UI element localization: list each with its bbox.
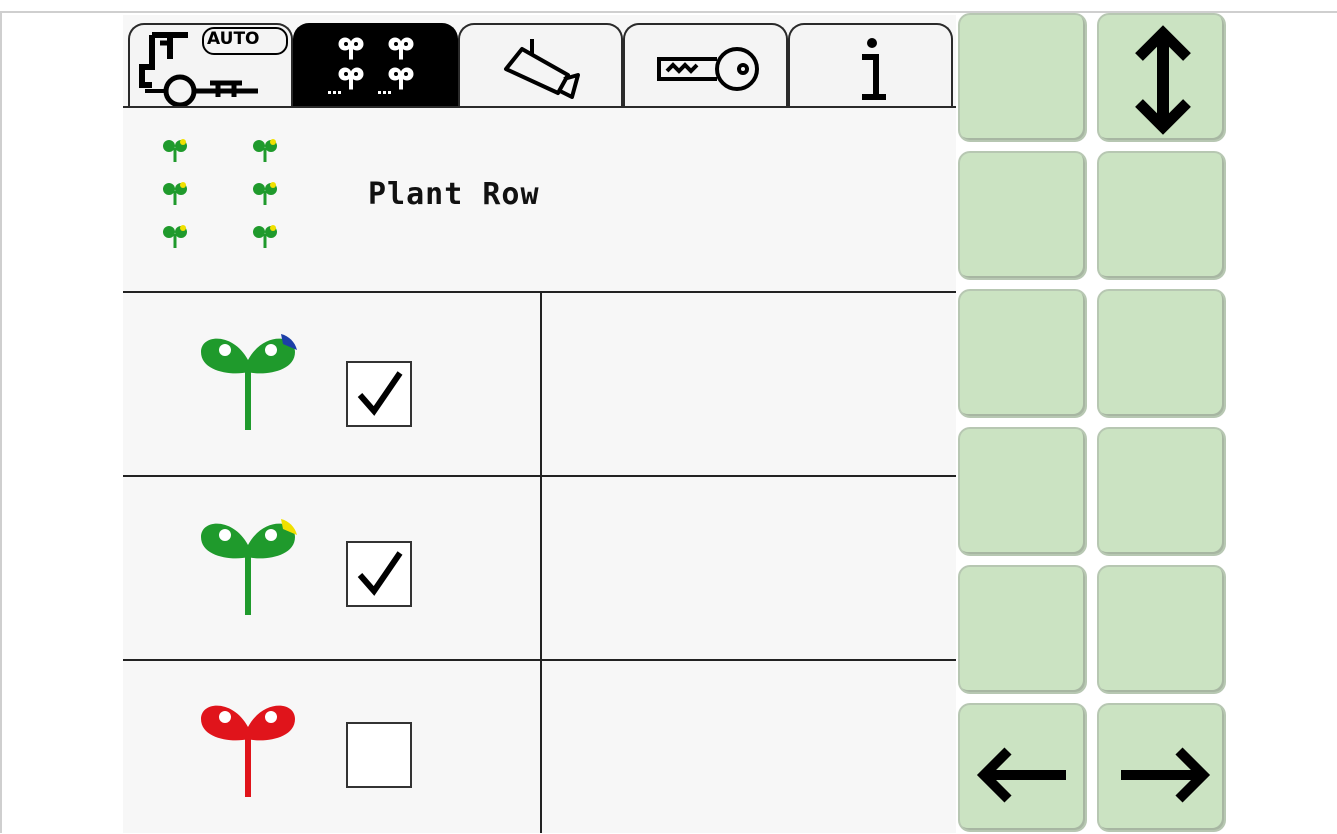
tab-auto-tractor[interactable]: AUTO bbox=[128, 23, 293, 107]
softkey-left[interactable] bbox=[958, 703, 1087, 832]
auto-badge bbox=[202, 27, 288, 55]
checkbox-row-1[interactable] bbox=[346, 361, 412, 427]
tab-camera[interactable] bbox=[458, 23, 623, 107]
softkey-4[interactable] bbox=[958, 289, 1087, 418]
softkey-3[interactable] bbox=[1097, 151, 1226, 280]
info-icon bbox=[862, 38, 886, 100]
plant-green-blue-icon bbox=[201, 334, 297, 430]
plant-rows-icon bbox=[328, 37, 414, 94]
main-screen: AUTO Plant Row bbox=[123, 15, 956, 833]
plant-red-icon bbox=[201, 705, 295, 797]
softkey-9[interactable] bbox=[1097, 565, 1226, 694]
tab-plant-rows[interactable] bbox=[293, 23, 458, 107]
softkey-5[interactable] bbox=[1097, 289, 1226, 418]
checkbox-row-2[interactable] bbox=[346, 541, 412, 607]
tab-key[interactable] bbox=[623, 23, 788, 107]
up-down-arrow-icon bbox=[1135, 25, 1191, 135]
arrow-left-icon bbox=[976, 747, 1066, 803]
checkmark-icon bbox=[357, 551, 403, 596]
softkey-up-down[interactable] bbox=[1097, 13, 1226, 142]
camera-icon bbox=[504, 39, 580, 99]
checkbox-row-3[interactable] bbox=[346, 722, 412, 788]
softkey-7[interactable] bbox=[1097, 427, 1226, 556]
column-divider bbox=[540, 292, 542, 833]
plant-grid-icon bbox=[163, 139, 277, 248]
tab-info[interactable] bbox=[788, 23, 953, 107]
plant-green-yellow-icon bbox=[201, 519, 297, 615]
checkmark-icon bbox=[357, 371, 403, 416]
softkey-6[interactable] bbox=[958, 427, 1087, 556]
tab-bar: AUTO bbox=[123, 15, 956, 108]
softkey-1[interactable] bbox=[958, 13, 1087, 142]
key-icon bbox=[657, 47, 759, 91]
softkey-2[interactable] bbox=[958, 151, 1087, 280]
arrow-right-icon bbox=[1121, 747, 1211, 803]
page-title: Plant Row bbox=[368, 177, 540, 212]
screen-frame-left bbox=[0, 11, 2, 833]
softkey-right[interactable] bbox=[1097, 703, 1226, 832]
softkey-8[interactable] bbox=[958, 565, 1087, 694]
